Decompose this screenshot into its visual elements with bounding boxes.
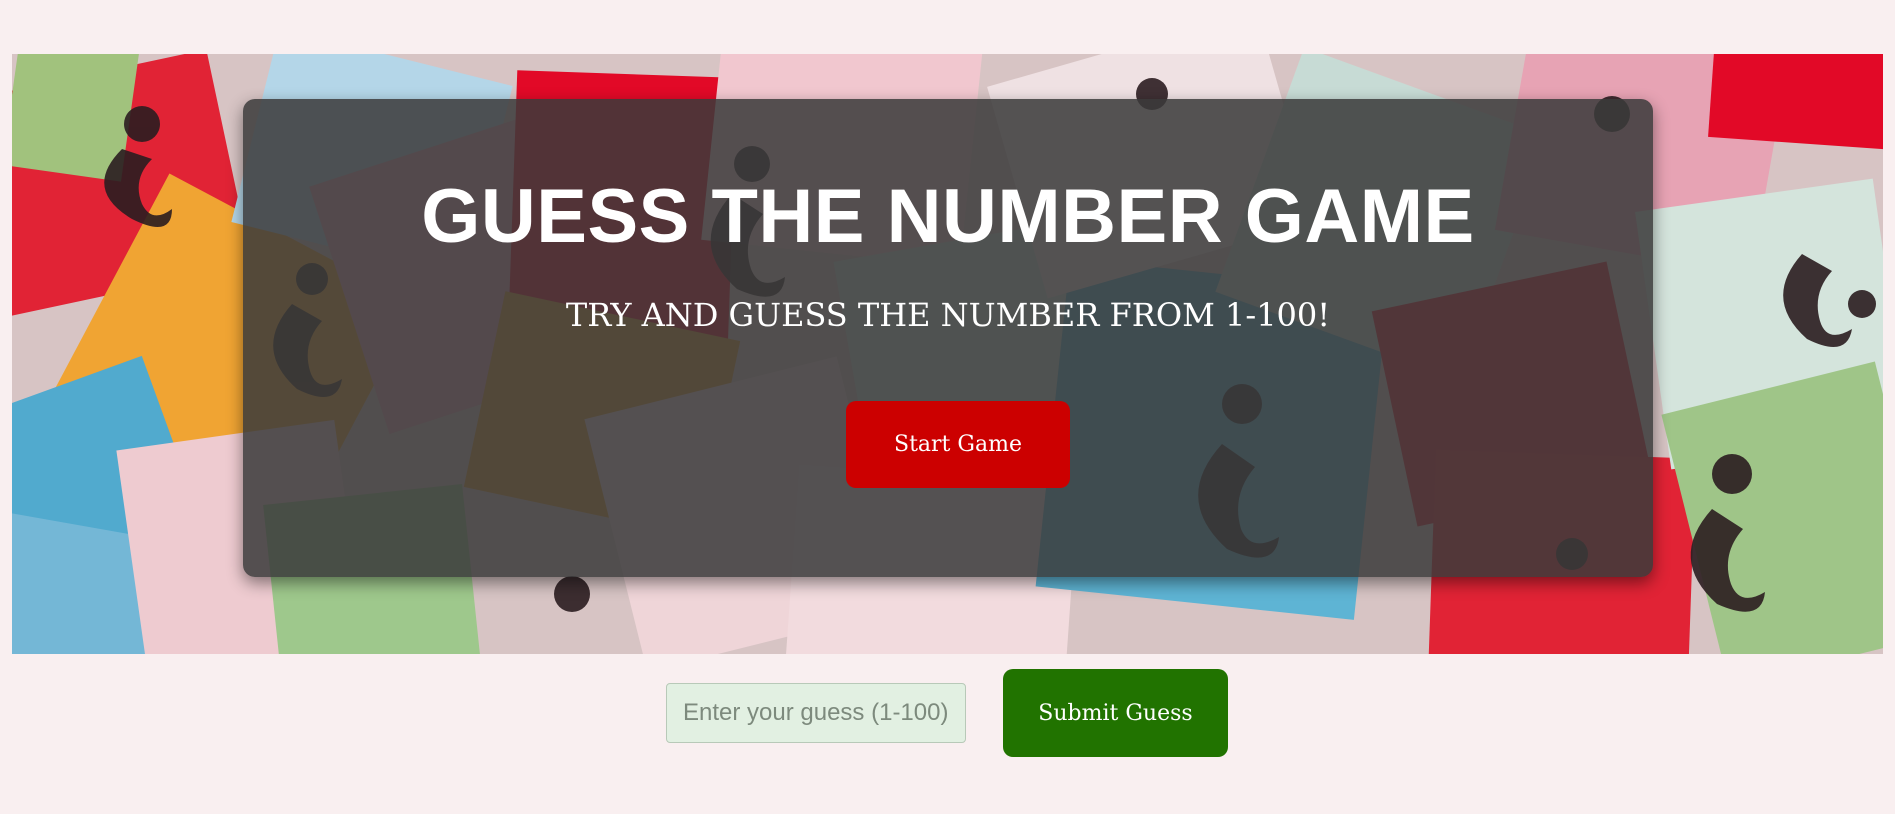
page-title: GUESS THE NUMBER GAME (421, 174, 1475, 259)
submit-guess-button[interactable]: Submit Guess (1003, 669, 1228, 757)
guess-input[interactable] (666, 683, 966, 743)
start-game-button[interactable]: Start Game (846, 401, 1070, 488)
hero-banner: GUESS THE NUMBER GAME TRY AND GUESS THE … (12, 54, 1883, 654)
page-subtitle: TRY AND GUESS THE NUMBER FROM 1-100! (565, 296, 1331, 334)
intro-overlay-panel: GUESS THE NUMBER GAME TRY AND GUESS THE … (243, 99, 1653, 577)
